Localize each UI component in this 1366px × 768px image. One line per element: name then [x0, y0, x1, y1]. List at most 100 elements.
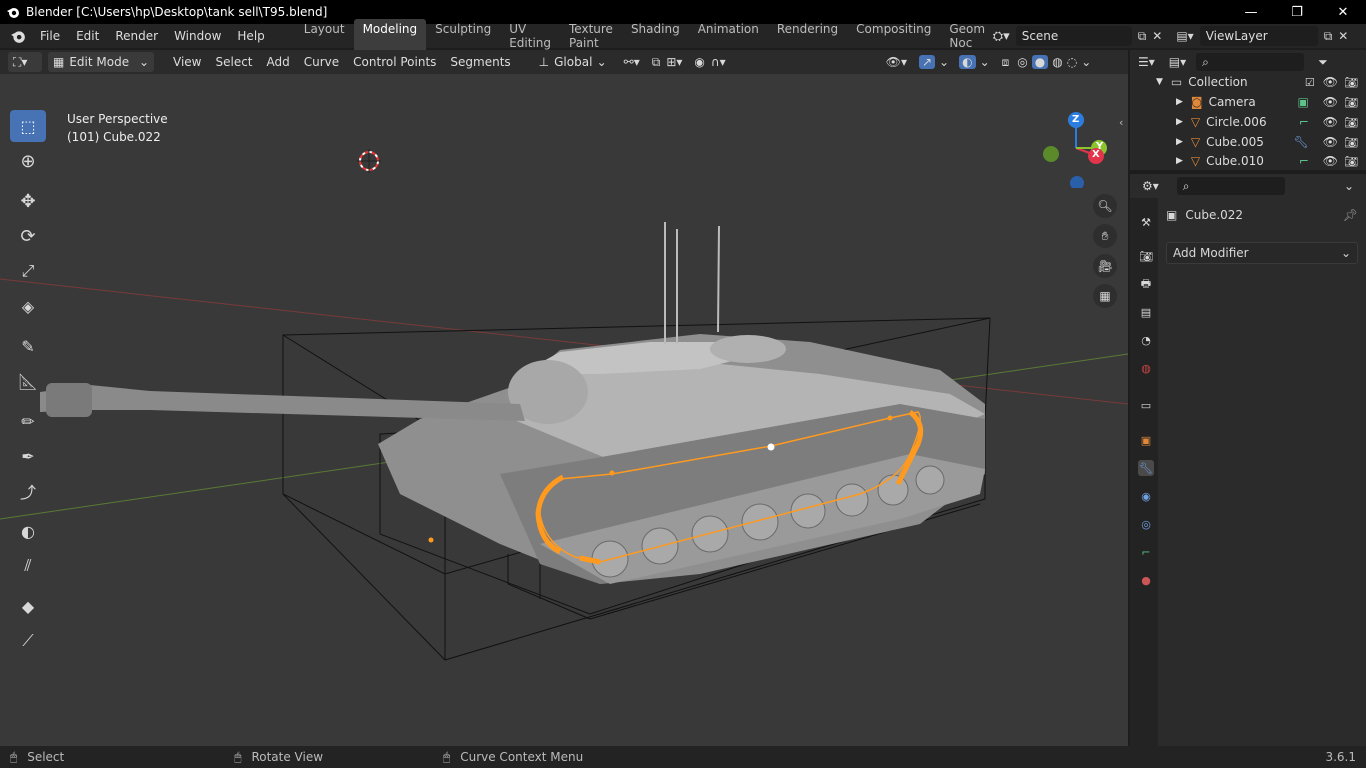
display-mode-icon[interactable]: ▤▾: [1169, 55, 1186, 69]
collection-tab-icon[interactable]: ▭: [1138, 397, 1154, 413]
maximize-button[interactable]: ❐: [1274, 5, 1320, 20]
checkbox-icon[interactable]: ☑: [1305, 76, 1315, 89]
object-tab-icon[interactable]: ▣: [1138, 432, 1154, 448]
render-camera-icon[interactable]: 📷︎: [1344, 76, 1358, 89]
menu-help[interactable]: Help: [229, 29, 272, 43]
editor-type-icon[interactable]: ☰▾: [1138, 55, 1155, 69]
viewport-scene[interactable]: [0, 74, 1128, 746]
menu-curve[interactable]: Curve: [297, 55, 346, 69]
outliner-search[interactable]: ⌕: [1196, 53, 1305, 71]
transform-orientation[interactable]: ⊥ Global ⌄: [533, 52, 612, 72]
close-button[interactable]: ✕: [1320, 5, 1366, 20]
menu-window[interactable]: Window: [166, 29, 229, 43]
sidebar-toggle-icon[interactable]: ‹: [1119, 116, 1123, 129]
shading-options-icon[interactable]: ⌄: [1081, 55, 1091, 69]
randomize-tool[interactable]: ◆: [10, 590, 46, 622]
outliner-item-row[interactable]: ▶ ▽ Circle.006 ⌐ 👁︎ 📷︎: [1130, 112, 1366, 132]
rendered-shading-icon[interactable]: ◌: [1067, 55, 1077, 69]
tab-rendering[interactable]: Rendering: [768, 19, 847, 53]
falloff-icon[interactable]: ∩▾: [711, 55, 726, 69]
overlay-options-icon[interactable]: ⌄: [980, 55, 990, 69]
tilt-tool[interactable]: ⫽: [10, 550, 46, 582]
mode-selector[interactable]: ▦ Edit Mode ⌄: [48, 52, 154, 72]
minimize-button[interactable]: —: [1228, 5, 1274, 20]
zoom-button[interactable]: 🔍︎: [1093, 194, 1117, 218]
scene-icon[interactable]: ⛭▾: [993, 29, 1010, 44]
blender-menu-icon[interactable]: [10, 28, 26, 44]
pan-button[interactable]: ✋︎: [1093, 224, 1117, 248]
scene-tab-icon[interactable]: ◔: [1138, 332, 1154, 348]
delete-view-layer-icon[interactable]: ✕: [1338, 29, 1348, 43]
menu-select[interactable]: Select: [208, 55, 259, 69]
render-camera-icon[interactable]: 📷︎: [1344, 96, 1358, 109]
render-camera-icon[interactable]: 📷︎: [1344, 116, 1358, 129]
modifier-tab-icon[interactable]: 🔧︎: [1138, 460, 1154, 476]
measure-tool[interactable]: 📐︎: [10, 365, 46, 397]
view-object-types-icon[interactable]: 👁▾: [886, 55, 907, 69]
output-tab-icon[interactable]: 🖶︎: [1138, 276, 1154, 292]
render-camera-icon[interactable]: 📷︎: [1344, 155, 1358, 168]
wireframe-shading-icon[interactable]: ◎: [1017, 55, 1027, 69]
gizmo-options-icon[interactable]: ⌄: [939, 55, 949, 69]
delete-scene-icon[interactable]: ✕: [1152, 29, 1162, 43]
view-layer-tab-icon[interactable]: ▤: [1138, 304, 1154, 320]
tab-shading[interactable]: Shading: [622, 19, 689, 53]
solid-shading-icon[interactable]: ●: [1031, 55, 1049, 69]
tab-layout[interactable]: Layout: [295, 19, 354, 53]
overlay-toggle-icon[interactable]: ◐: [959, 55, 976, 69]
properties-search[interactable]: ⌕: [1176, 177, 1285, 195]
radius-tool[interactable]: ◐: [10, 515, 46, 547]
snap-target-icon[interactable]: ⊞▾: [666, 55, 682, 69]
ortho-toggle-button[interactable]: ▦: [1093, 284, 1117, 308]
menu-add[interactable]: Add: [260, 55, 297, 69]
3d-viewport[interactable]: User Perspective (101) Cube.022 Z Y X 🔍︎…: [0, 74, 1128, 746]
pivot-point-icon[interactable]: ⚯▾: [624, 55, 640, 69]
rotate-tool[interactable]: ⟳: [10, 220, 46, 252]
proportional-edit-icon[interactable]: ◉: [694, 55, 704, 69]
cursor-tool[interactable]: ⊕: [10, 145, 46, 177]
disclosure-triangle-icon[interactable]: ▼: [1156, 77, 1163, 87]
options-chevron-icon[interactable]: ⌄: [1344, 179, 1354, 193]
tool-tab-icon[interactable]: ⚒: [1138, 214, 1154, 230]
eye-icon[interactable]: 👁︎: [1323, 135, 1338, 149]
scene-selector[interactable]: Scene: [1015, 26, 1132, 46]
disclosure-triangle-icon[interactable]: ▶: [1176, 117, 1183, 127]
material-tab-icon[interactable]: ●: [1138, 572, 1154, 588]
disclosure-triangle-icon[interactable]: ▶: [1176, 97, 1183, 107]
material-shading-icon[interactable]: ◍: [1052, 55, 1062, 69]
menu-file[interactable]: File: [32, 29, 68, 43]
camera-view-button[interactable]: 🎥︎: [1093, 254, 1117, 278]
move-tool[interactable]: ✥: [10, 185, 46, 217]
3d-cursor-icon[interactable]: [357, 149, 381, 173]
eye-icon[interactable]: 👁︎: [1323, 154, 1338, 168]
menu-edit[interactable]: Edit: [68, 29, 107, 43]
particles-tab-icon[interactable]: ◉: [1138, 488, 1154, 504]
tank-model[interactable]: [40, 222, 985, 584]
disclosure-triangle-icon[interactable]: ▶: [1176, 156, 1183, 166]
menu-segments[interactable]: Segments: [443, 55, 517, 69]
editor-type-icon[interactable]: ⚙▾: [1142, 179, 1159, 193]
data-tab-icon[interactable]: ⌐: [1138, 544, 1154, 560]
tab-modeling[interactable]: Modeling: [353, 19, 427, 53]
select-box-tool[interactable]: ⬚: [10, 110, 46, 142]
menu-control-points[interactable]: Control Points: [346, 55, 443, 69]
gizmo-toggle-icon[interactable]: ↗: [918, 55, 936, 69]
pen-tool[interactable]: ✒︎: [10, 440, 46, 472]
render-camera-icon[interactable]: 📷︎: [1344, 136, 1358, 149]
physics-tab-icon[interactable]: ◎: [1138, 516, 1154, 532]
annotate-tool[interactable]: ✎: [10, 330, 46, 362]
transform-tool[interactable]: ◈: [10, 290, 46, 322]
view-layer-selector[interactable]: ViewLayer: [1199, 26, 1318, 46]
menu-render[interactable]: Render: [107, 29, 166, 43]
add-modifier-dropdown[interactable]: Add Modifier ⌄: [1166, 242, 1358, 264]
scale-tool[interactable]: ⤢: [10, 255, 46, 287]
eye-icon[interactable]: 👁︎: [1323, 95, 1338, 109]
tab-texture-paint[interactable]: Texture Paint: [560, 19, 622, 53]
outliner-item-row[interactable]: ▶ ▽ Cube.005 🔧︎ 👁︎ 📷︎: [1130, 132, 1366, 152]
new-scene-icon[interactable]: ⧉: [1138, 29, 1147, 44]
outliner-item-row[interactable]: ▶ ▽ Cube.010 ⌐ 👁︎ 📷︎: [1130, 152, 1366, 170]
eye-icon[interactable]: 👁︎: [1323, 75, 1338, 89]
tab-uv-editing[interactable]: UV Editing: [500, 19, 560, 53]
outliner-collection-row[interactable]: ▼ ▭ Collection ☑ 👁︎ 📷︎: [1130, 72, 1366, 92]
extrude-tool[interactable]: ⤴: [10, 475, 46, 507]
